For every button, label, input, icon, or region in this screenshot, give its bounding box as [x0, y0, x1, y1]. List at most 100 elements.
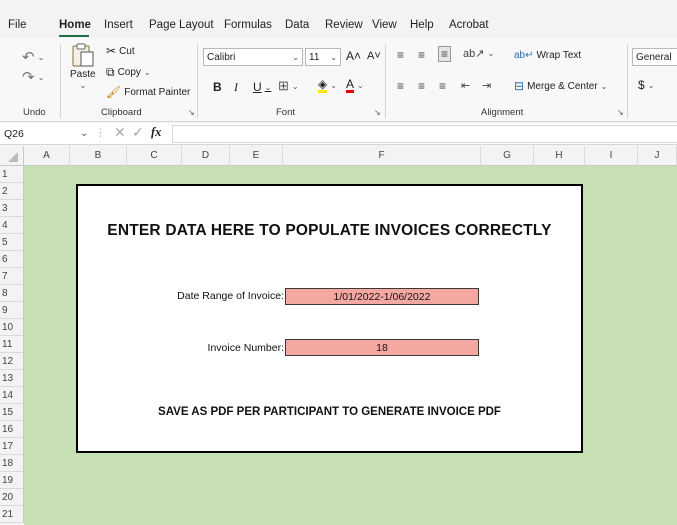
cancel-entry-icon[interactable]: ✕ — [114, 124, 126, 141]
fill-color-button[interactable]: ◈ ⌄ — [318, 78, 337, 93]
chevron-down-icon: ⌄ — [600, 81, 608, 91]
font-color-button[interactable]: A ⌄ — [346, 78, 364, 93]
align-middle-button[interactable]: ≡ — [418, 48, 425, 62]
number-format-select[interactable]: General — [632, 48, 677, 66]
orientation-button[interactable]: ab↗ ⌄ — [463, 47, 494, 60]
align-bottom-icon: ≡ — [441, 47, 449, 61]
paste-label: Paste — [70, 69, 96, 80]
chevron-down-icon: ⌄ — [647, 80, 655, 90]
italic-button[interactable]: I — [234, 80, 238, 95]
row-header[interactable]: 6 — [0, 251, 24, 268]
underline-button[interactable]: U ⌄ — [253, 80, 271, 94]
row-header[interactable]: 11 — [0, 336, 24, 353]
increase-font-size-button[interactable]: A˄ — [346, 49, 361, 63]
row-header[interactable]: 9 — [0, 302, 24, 319]
increase-indent-button[interactable]: ⇥ — [482, 79, 491, 92]
tab-insert[interactable]: Insert — [104, 19, 133, 31]
decrease-font-size-button[interactable]: A˅ — [367, 50, 381, 62]
copy-label: Copy — [117, 67, 141, 78]
row-header[interactable]: 13 — [0, 370, 24, 387]
row-header[interactable]: 18 — [0, 455, 24, 472]
tab-page-layout[interactable]: Page Layout — [149, 19, 214, 31]
merge-center-button[interactable]: ⊟ Merge & Center ⌄ — [514, 79, 607, 93]
column-header-f[interactable]: F — [283, 146, 481, 166]
bold-button[interactable]: B — [213, 80, 222, 94]
invoice-number-value: 18 — [376, 341, 388, 354]
tab-data[interactable]: Data — [285, 19, 309, 31]
undo-button[interactable]: ↶ ⌄ — [22, 48, 44, 66]
select-all-corner[interactable] — [0, 146, 24, 166]
tab-file[interactable]: File — [8, 19, 27, 31]
font-color-icon: A — [346, 77, 355, 93]
orientation-icon: ab↗ — [463, 48, 485, 60]
group-label-clipboard: Clipboard — [101, 107, 142, 118]
tab-formulas[interactable]: Formulas — [224, 19, 272, 31]
row-header[interactable]: 21 — [0, 506, 24, 523]
format-painter-label: Format Painter — [124, 86, 191, 98]
copy-button[interactable]: ⧉ Copy ⌄ — [106, 65, 151, 80]
chevron-down-icon: ⌄ — [37, 72, 45, 82]
redo-icon: ↷ — [22, 69, 35, 86]
tab-home[interactable]: Home — [59, 19, 91, 31]
name-box[interactable]: Q26 ⌄ — [0, 124, 90, 143]
tab-view[interactable]: View — [372, 19, 397, 31]
row-header[interactable]: 3 — [0, 200, 24, 217]
row-header[interactable]: 19 — [0, 472, 24, 489]
row-header[interactable]: 12 — [0, 353, 24, 370]
row-header[interactable]: 4 — [0, 217, 24, 234]
dialog-launcher-icon[interactable]: ↘ — [374, 108, 381, 117]
row-header[interactable]: 5 — [0, 234, 24, 251]
row-header[interactable]: 16 — [0, 421, 24, 438]
divider — [60, 44, 61, 118]
column-header-b[interactable]: B — [70, 146, 127, 166]
decrease-indent-button[interactable]: ⇤ — [461, 79, 470, 92]
row-header[interactable]: 10 — [0, 319, 24, 336]
align-right-icon: ≡ — [439, 79, 447, 93]
group-label-undo: Undo — [23, 107, 46, 118]
dialog-launcher-icon[interactable]: ↘ — [188, 108, 195, 117]
currency-format-button[interactable]: $ ⌄ — [638, 78, 654, 92]
formula-input[interactable] — [172, 125, 677, 143]
row-header[interactable]: 8 — [0, 285, 24, 302]
row-header[interactable]: 14 — [0, 387, 24, 404]
paste-button[interactable]: Paste ⌄ — [70, 42, 96, 90]
column-header-e[interactable]: E — [230, 146, 283, 166]
dialog-launcher-icon[interactable]: ↘ — [617, 108, 624, 117]
column-header-d[interactable]: D — [182, 146, 230, 166]
wrap-text-button[interactable]: ab↵ Wrap Text — [514, 50, 581, 61]
cut-label: Cut — [119, 45, 135, 57]
column-header-h[interactable]: H — [534, 146, 585, 166]
cut-button[interactable]: ✂ Cut — [106, 44, 135, 58]
column-header-c[interactable]: C — [127, 146, 182, 166]
row-header[interactable]: 1 — [0, 166, 24, 183]
font-name-select[interactable]: Calibri ⌄ — [203, 48, 303, 66]
format-painter-button[interactable]: 🖌 Format Painter — [106, 85, 190, 99]
align-right-button[interactable]: ≡ — [439, 79, 446, 93]
invoice-number-cell[interactable]: 18 — [285, 339, 479, 356]
row-header[interactable]: 17 — [0, 438, 24, 455]
row-header[interactable]: 2 — [0, 183, 24, 200]
borders-button[interactable]: ⊞ ⌄ — [278, 78, 299, 94]
tab-help[interactable]: Help — [410, 19, 434, 31]
column-header-j[interactable]: J — [638, 146, 677, 166]
redo-button[interactable]: ↷ ⌄ — [22, 68, 44, 86]
tab-acrobat[interactable]: Acrobat — [449, 19, 489, 31]
undo-icon: ↶ — [22, 49, 35, 66]
column-header-i[interactable]: I — [585, 146, 638, 166]
row-header[interactable]: 15 — [0, 404, 24, 421]
column-header-g[interactable]: G — [481, 146, 534, 166]
divider — [197, 44, 198, 118]
confirm-entry-icon[interactable]: ✓ — [132, 124, 144, 141]
insert-function-icon[interactable]: fx — [151, 125, 161, 140]
chevron-down-icon: ⌄ — [357, 81, 364, 90]
column-header-a[interactable]: A — [24, 146, 70, 166]
tab-review[interactable]: Review — [325, 19, 363, 31]
align-bottom-button[interactable]: ≡ — [438, 46, 452, 62]
row-header[interactable]: 20 — [0, 489, 24, 506]
align-center-button[interactable]: ≡ — [418, 79, 425, 93]
date-range-cell[interactable]: 1/01/2022-1/06/2022 — [285, 288, 479, 305]
align-top-button[interactable]: ≡ — [397, 48, 404, 62]
row-header[interactable]: 7 — [0, 268, 24, 285]
align-left-button[interactable]: ≡ — [397, 79, 404, 93]
font-size-select[interactable]: 11 ⌄ — [305, 48, 341, 66]
